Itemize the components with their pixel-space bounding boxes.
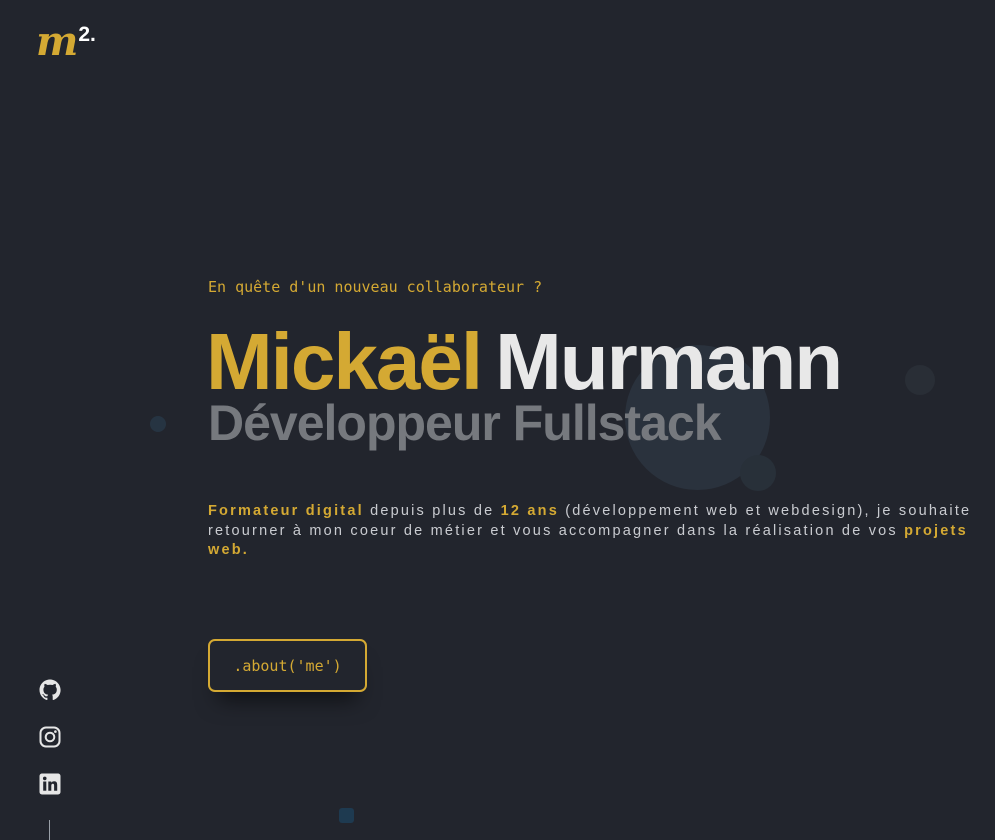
background-circle-small [740, 455, 776, 491]
intro-paragraph: Formateur digital depuis plus de 12 ans … [208, 502, 978, 561]
github-link[interactable] [38, 678, 62, 702]
intro-highlight-role: Formateur digital [208, 503, 364, 519]
linkedin-link[interactable] [38, 772, 62, 796]
last-name: Murmann [495, 317, 843, 406]
about-me-button[interactable]: .about('me') [208, 639, 367, 692]
instagram-link[interactable] [38, 725, 62, 749]
logo-letter: m [36, 18, 78, 65]
first-name: Mickaël [206, 317, 483, 406]
github-icon [39, 679, 61, 701]
logo-superscript: 2. [78, 23, 96, 46]
site-logo[interactable]: m 2. [36, 22, 96, 62]
hero-eyebrow: En quête d'un nouveau collaborateur ? [208, 278, 543, 296]
social-divider-line [49, 820, 50, 840]
intro-text: depuis plus de [363, 503, 501, 519]
background-circle-right [905, 365, 935, 395]
hero-role: Développeur Fullstack [208, 395, 721, 451]
scroll-indicator-square [339, 808, 354, 823]
instagram-icon [39, 726, 61, 748]
background-dot [150, 416, 166, 432]
linkedin-icon [39, 773, 61, 795]
intro-highlight-years: 12 ans [500, 503, 559, 519]
